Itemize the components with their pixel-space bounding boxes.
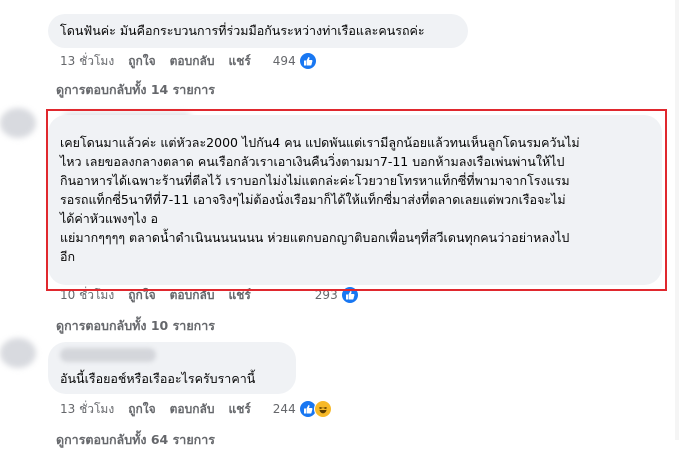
avatar[interactable] xyxy=(0,108,36,138)
comment-timestamp[interactable]: 13 ชั่วโมง xyxy=(60,400,114,419)
comment-text-line: ไหว เลยขอลงกลางตลาด คนเรือกลัวเราเอาเงิน… xyxy=(60,154,565,169)
reply-button[interactable]: ตอบกลับ xyxy=(170,400,215,419)
view-replies-label: ดูการตอบกลับทั้ง 14 รายการ xyxy=(56,82,215,97)
share-button[interactable]: แชร์ xyxy=(228,52,250,71)
view-replies-link[interactable]: ดูการตอบกลับทั้ง 14 รายการ xyxy=(56,80,215,100)
comment-text-line: ได้ค่าหัวแพงๆไง อ xyxy=(60,211,159,226)
comment-text-line: กินอาหารได้เฉพาะร้านที่ตีลไว้ เราบอกไม่ง… xyxy=(60,173,570,188)
comment-text-line: อีก xyxy=(60,249,76,264)
view-replies-label: ดูการตอบกลับทั้ง 10 รายการ xyxy=(56,318,215,333)
comment-bubble: อันนี้เรือยอช์หรือเรืออะไรครับราคานี้ xyxy=(48,342,296,394)
reaction-summary[interactable]: 244 xyxy=(273,400,332,418)
view-replies-link[interactable]: ดูการตอบกลับทั้ง 10 รายการ xyxy=(56,316,215,336)
comment-text: อันนี้เรือยอช์หรือเรืออะไรครับราคานี้ xyxy=(60,371,256,386)
reaction-count: 293 xyxy=(314,288,338,302)
like-button[interactable]: ถูกใจ xyxy=(128,400,155,419)
share-button[interactable]: แชร์ xyxy=(228,400,250,419)
comment-text-line: เคยโดนมาแล้วค่ะ แต่หัวละ2000 ไปกัน4 คน แ… xyxy=(60,135,580,150)
avatar[interactable] xyxy=(0,338,36,368)
like-button[interactable]: ถูกใจ xyxy=(128,286,155,305)
view-replies-label: ดูการตอบกลับทั้ง 64 รายการ xyxy=(56,432,215,447)
comment-text-line: รอรถแท็กซี่5นาทีที่7-11 เอาจริงๆไม่ต้องน… xyxy=(60,192,566,207)
comment-actions: 13 ชั่วโมง ถูกใจ ตอบกลับ แชร์ 494 xyxy=(60,52,317,70)
comment-bubble: โดนฟันค่ะ มันคือกระบวนการที่ร่วมมือกันระ… xyxy=(48,14,468,48)
comment-actions: 13 ชั่วโมง ถูกใจ ตอบกลับ แชร์ 244 xyxy=(60,400,332,418)
comment-text-line: แย่มากๆๆๆๆ ตลาดน้ำดำเนินนนนนนน ห่วยแตกบอ… xyxy=(60,230,570,245)
reaction-summary[interactable]: 494 xyxy=(273,52,317,70)
like-button[interactable]: ถูกใจ xyxy=(128,52,155,71)
share-button[interactable]: แชร์ xyxy=(228,286,250,305)
comment-timestamp[interactable]: 13 ชั่วโมง xyxy=(60,52,114,71)
view-replies-link[interactable]: ดูการตอบกลับทั้ง 64 รายการ xyxy=(56,430,215,450)
like-icon xyxy=(340,286,359,304)
comment-timestamp[interactable]: 10 ชั่วโมง xyxy=(60,286,114,305)
comment-bubble: เคยโดนมาแล้วค่ะ แต่หัวละ2000 ไปกัน4 คน แ… xyxy=(48,115,662,285)
reaction-count: 494 xyxy=(272,54,296,68)
reaction-count: 244 xyxy=(272,402,296,416)
scrollbar[interactable] xyxy=(675,0,679,440)
reply-button[interactable]: ตอบกลับ xyxy=(170,286,215,305)
comment-text: โดนฟันค่ะ มันคือกระบวนการที่ร่วมมือกันระ… xyxy=(60,23,425,38)
commenter-name[interactable] xyxy=(60,348,156,362)
reaction-summary[interactable]: 293 xyxy=(315,286,359,304)
comment-actions: 10 ชั่วโมง ถูกใจ ตอบกลับ แชร์ 293 xyxy=(60,286,359,304)
reply-button[interactable]: ตอบกลับ xyxy=(170,52,215,71)
haha-icon xyxy=(313,400,332,418)
like-icon xyxy=(298,52,317,70)
